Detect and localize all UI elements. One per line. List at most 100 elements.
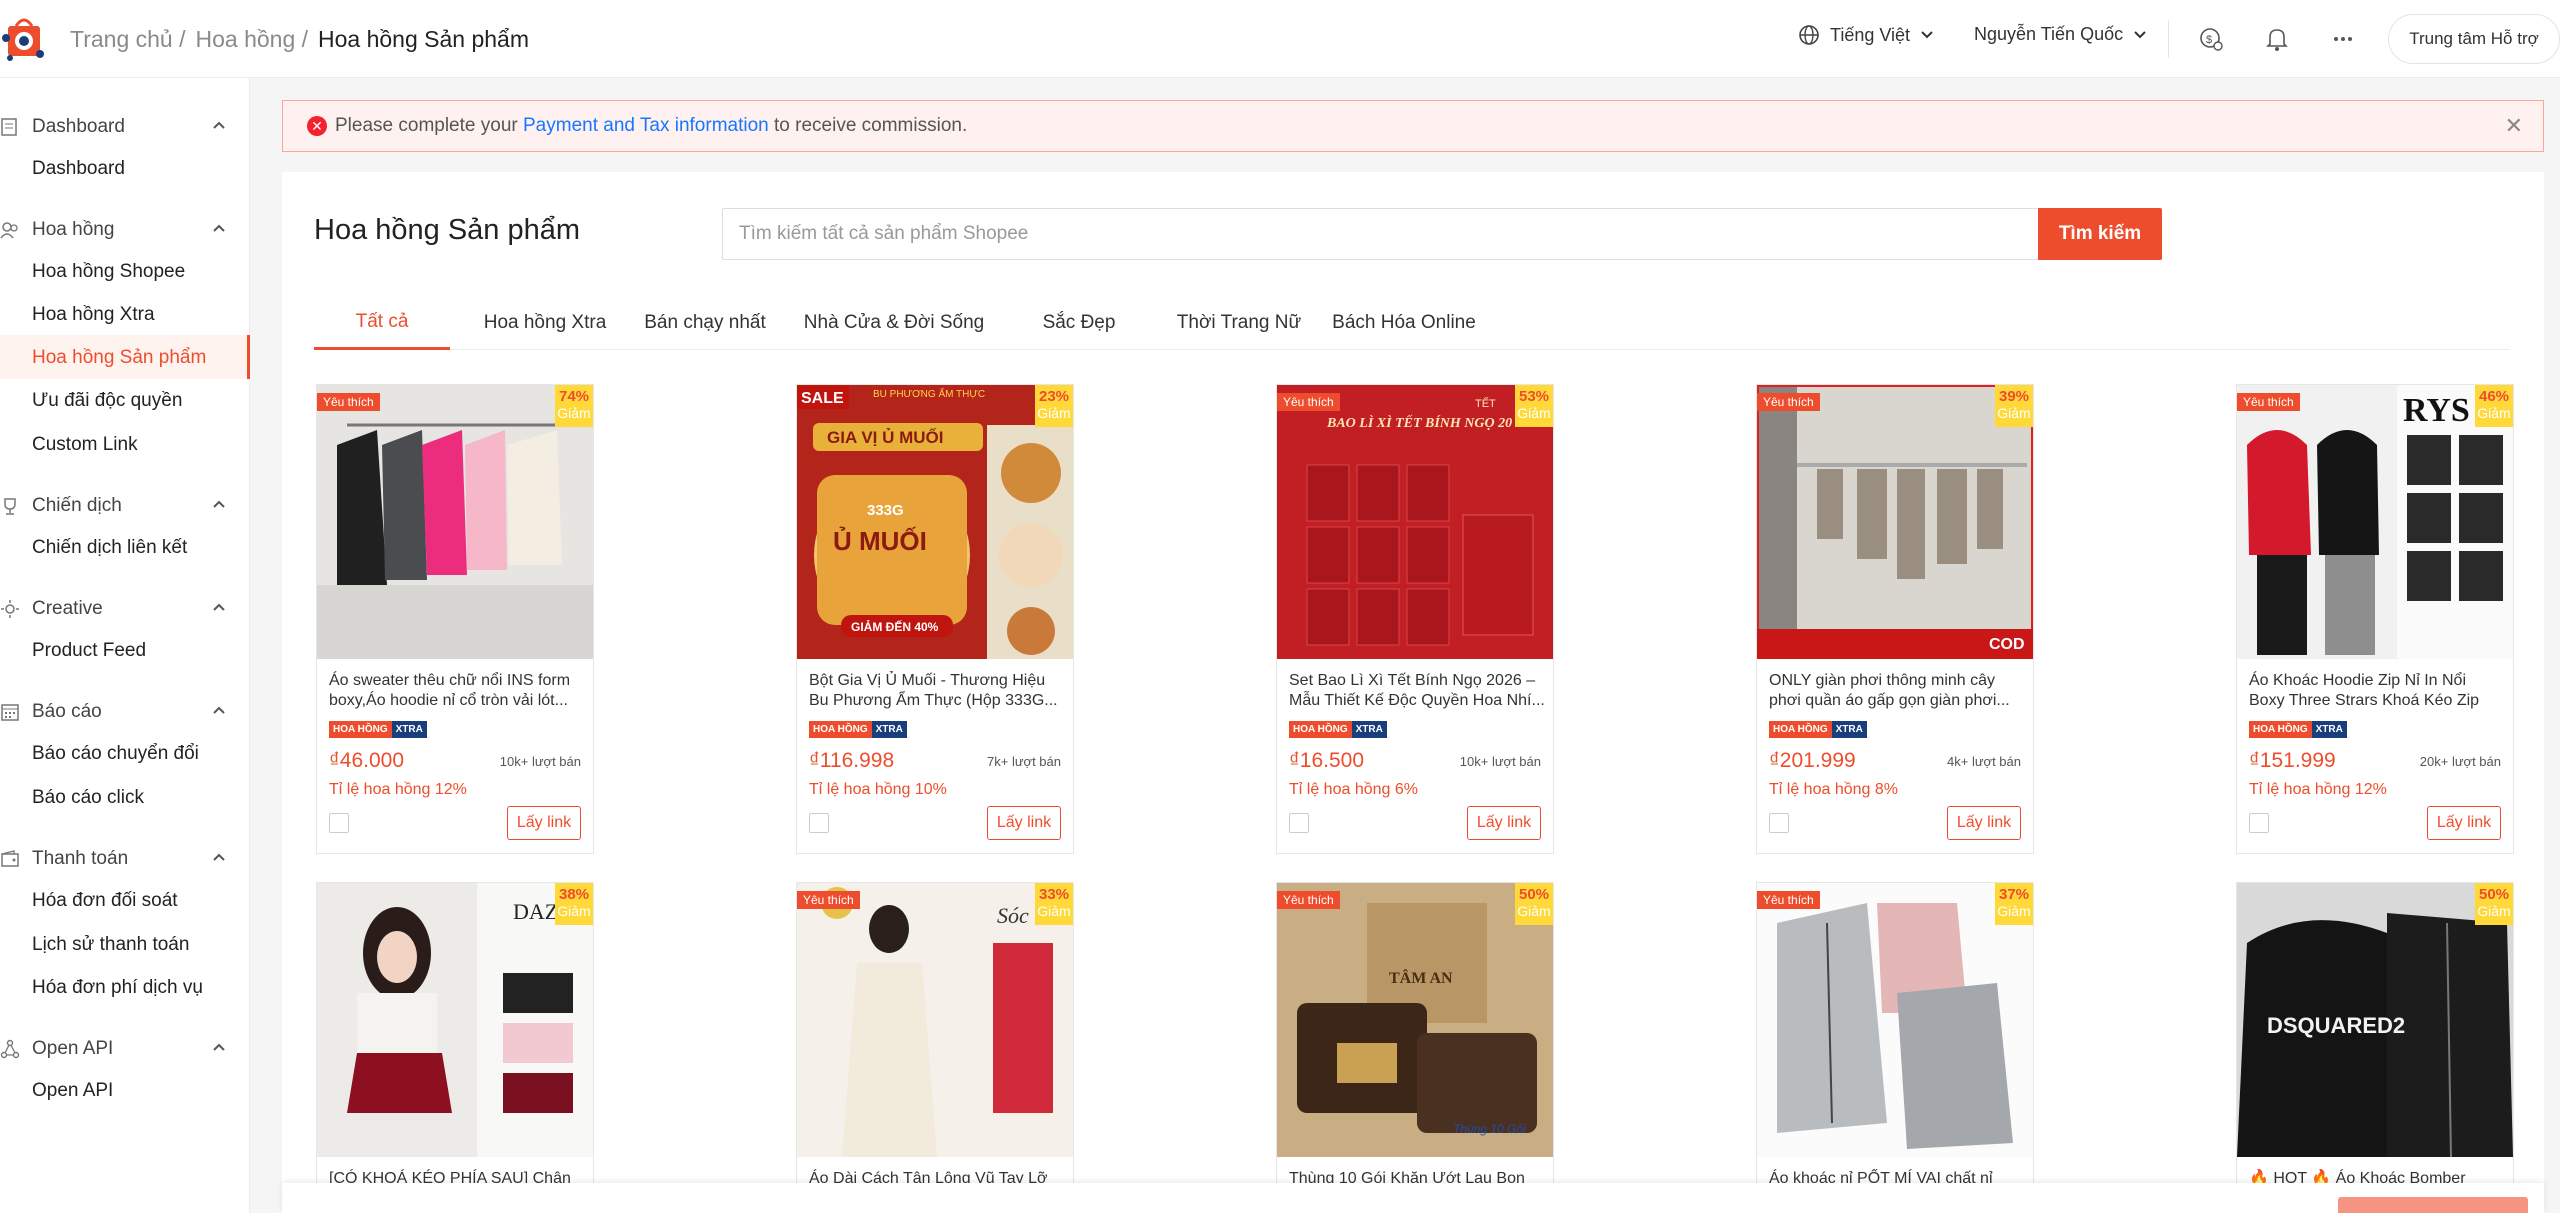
select-checkbox[interactable] (1769, 813, 1789, 833)
product-card[interactable]: BAO LÌ XÌ TẾT BÍNH NGỌ 20 TẾT Yêu thích … (1276, 384, 1554, 854)
commission-rate: Tỉ lệ hoa hồng 10% (809, 781, 947, 798)
user-menu[interactable]: Nguyễn Tiến Quốc (1974, 24, 2147, 45)
discount-badge: 33% Giảm (1035, 883, 1073, 925)
payment-tax-link[interactable]: Payment and Tax information (523, 115, 769, 136)
sidebar-item-exclusive-offers[interactable]: Ưu đãi độc quyền (32, 390, 182, 412)
product-card[interactable]: Yêu thích 37% Giảm Áo khoác nỉ PỐT MÍ VAI… (1756, 882, 2034, 1213)
sold-count: 20k+ lượt bán (2419, 754, 2501, 769)
trophy-icon (4, 498, 16, 515)
sidebar-section-payment[interactable]: Thanh toán (0, 844, 250, 874)
bottom-action-bar (282, 1183, 2544, 1213)
sidebar-section-open-api[interactable]: Open API (0, 1034, 250, 1064)
tab-all[interactable]: Tất cả (314, 296, 450, 350)
sidebar-item-conversion-report[interactable]: Báo cáo chuyển đổi (32, 743, 199, 765)
breadcrumb-home[interactable]: Trang chủ / (70, 26, 185, 53)
product-image[interactable] (317, 385, 593, 659)
chevron-down-icon (2134, 30, 2146, 38)
alert-suffix: to receive commission. (774, 115, 968, 136)
more-options-icon[interactable] (2330, 26, 2356, 52)
bell-icon[interactable] (2264, 26, 2290, 52)
select-checkbox[interactable] (2249, 813, 2269, 833)
sidebar-item-reconciliation-invoice[interactable]: Hóa đơn đối soát (32, 890, 178, 912)
product-image[interactable]: TÂM AN Thùng 10 Gói (1277, 883, 1553, 1157)
sidebar-item-product-feed[interactable]: Product Feed (32, 640, 146, 662)
language-selector[interactable]: Tiếng Việt (1798, 24, 1934, 46)
product-card[interactable]: SALE BU PHƯƠNG ẨM THỰC GIA VỊ Ủ MUỐI 333… (796, 384, 1074, 854)
product-image[interactable] (1757, 883, 2033, 1157)
sidebar-item-click-report[interactable]: Báo cáo click (32, 787, 144, 809)
sidebar-section-reports[interactable]: Báo cáo (0, 697, 250, 727)
header-divider (2168, 20, 2169, 58)
shopee-affiliate-logo-icon[interactable] (2, 14, 48, 62)
sidebar-item-service-fee-invoice[interactable]: Hóa đơn phí dịch vụ (32, 977, 203, 999)
calendar-icon (1, 704, 19, 721)
product-card[interactable]: Sóc Yêu thích 33% Giảm Áo Dài Cách Tân Lô… (796, 882, 1074, 1213)
get-link-button[interactable]: Lấy link (507, 806, 581, 840)
breadcrumb-commission[interactable]: Hoa hồng / (195, 26, 308, 53)
product-card[interactable]: TÂM AN Thùng 10 Gói Yêu thích 50% Giảm Th… (1276, 882, 1554, 1213)
sidebar-item-affiliate-campaign[interactable]: Chiến dịch liên kết (32, 537, 187, 559)
tab-home-living[interactable]: Nhà Cửa & Đời Sống (794, 296, 994, 350)
product-title[interactable]: Set Bao Lì Xì Tết Bính Ngọ 2026 – Mẫu Th… (1289, 671, 1545, 711)
sidebar-item-xtra-commission[interactable]: Hoa hồng Xtra (32, 304, 155, 326)
sidebar-item-open-api[interactable]: Open API (32, 1080, 113, 1102)
product-card[interactable]: DAZ 38% Giảm [CÓ KHOÁ KÉO PHÍA SAU] Chân (316, 882, 594, 1213)
tab-grocery-online[interactable]: Bách Hóa Online (1324, 296, 1484, 350)
product-title[interactable]: Bột Gia Vị Ủ Muối - Thương Hiệu Bu Phươn… (809, 671, 1065, 711)
product-image[interactable]: COD (1757, 385, 2033, 659)
tab-xtra-commission[interactable]: Hoa hồng Xtra (470, 296, 620, 350)
product-image[interactable]: BAO LÌ XÌ TẾT BÍNH NGỌ 20 TẾT (1277, 385, 1553, 659)
sidebar-section-title: Open API (32, 1038, 114, 1059)
product-title[interactable]: Áo Khoác Hoodie Zip Nỉ In Nổi Boxy Three… (2249, 671, 2505, 711)
svg-text:RYS: RYS (2403, 392, 2470, 429)
sidebar-item-product-commission[interactable]: Hoa hồng Sản phẩm (32, 347, 206, 369)
tab-women-fashion[interactable]: Thời Trang Nữ (1164, 296, 1314, 350)
commission-rate: Tỉ lệ hoa hồng 6% (1289, 781, 1418, 798)
product-title[interactable]: Áo sweater thêu chữ nổi INS form boxy,Áo… (329, 671, 585, 711)
favorite-badge: Yêu thích (1757, 891, 1820, 909)
product-title[interactable]: ONLY giàn phơi thông minh cây phơi quần … (1769, 671, 2025, 711)
get-link-button[interactable]: Lấy link (1947, 806, 2021, 840)
product-card[interactable]: COD Yêu thích 39% Giảm ONLY giàn phơi thô… (1756, 384, 2034, 854)
product-image[interactable]: Sóc (797, 883, 1073, 1157)
sidebar-item-custom-link[interactable]: Custom Link (32, 434, 138, 456)
product-image[interactable]: SALE BU PHƯƠNG ẨM THỰC GIA VỊ Ủ MUỐI 333… (797, 385, 1073, 659)
get-link-button[interactable]: Lấy link (987, 806, 1061, 840)
tab-best-selling[interactable]: Bán chạy nhất (630, 296, 780, 350)
tab-beauty[interactable]: Sắc Đẹp (1014, 296, 1144, 350)
sold-count: 7k+ lượt bán (987, 754, 1061, 769)
sidebar-section-dashboard[interactable]: Dashboard (0, 112, 250, 142)
product-card[interactable]: Yêu thích 74% Giảm Áo sweater thêu chữ nổ… (316, 384, 594, 854)
discount-badge: 39% Giảm (1995, 385, 2033, 427)
get-link-button[interactable]: Lấy link (1467, 806, 1541, 840)
svg-text:TẾT: TẾT (1475, 397, 1496, 410)
sidebar-item-payment-history[interactable]: Lịch sử thanh toán (32, 934, 189, 956)
sidebar-item-shopee-commission[interactable]: Hoa hồng Shopee (32, 261, 185, 283)
sidebar-section-campaign[interactable]: Chiến dịch (0, 491, 250, 521)
search-button[interactable]: Tìm kiếm (2038, 208, 2162, 260)
get-link-button[interactable]: Lấy link (2427, 806, 2501, 840)
sidebar-item-dashboard[interactable]: Dashboard (32, 158, 125, 180)
close-icon[interactable]: ✕ (2505, 113, 2523, 139)
product-search-input[interactable] (722, 208, 2040, 260)
svg-text:DSQUARED2: DSQUARED2 (2267, 1013, 2405, 1038)
favorite-badge: Yêu thích (2237, 393, 2300, 411)
product-card[interactable]: RYS Yêu thích 46% Giảm Áo Khoác Hoodie Zi… (2236, 384, 2514, 854)
select-checkbox[interactable] (1289, 813, 1309, 833)
select-checkbox[interactable] (809, 813, 829, 833)
sidebar-section-creative[interactable]: Creative (0, 594, 250, 624)
chevron-up-icon (213, 1043, 225, 1051)
language-label: Tiếng Việt (1830, 24, 1911, 45)
select-checkbox[interactable] (329, 813, 349, 833)
commission-badges: HOA HỒNG XTRA (329, 721, 427, 738)
sidebar-section-commission[interactable]: Hoa hồng (0, 215, 250, 245)
product-price: ₫116.998 (809, 749, 895, 772)
help-center-button[interactable]: Trung tâm Hỗ trợ (2388, 14, 2560, 64)
product-image[interactable]: DAZ (317, 883, 593, 1157)
currency-settings-icon[interactable]: $ (2198, 26, 2224, 52)
product-card[interactable]: DSQUARED2 50% Giảm 🔥 HOT 🔥 Áo Khoác Bombe… (2236, 882, 2514, 1213)
product-image[interactable]: DSQUARED2 (2237, 883, 2513, 1157)
bulk-action-button[interactable] (2338, 1197, 2528, 1213)
product-image[interactable]: RYS (2237, 385, 2513, 659)
favorite-badge: Yêu thích (797, 891, 860, 909)
